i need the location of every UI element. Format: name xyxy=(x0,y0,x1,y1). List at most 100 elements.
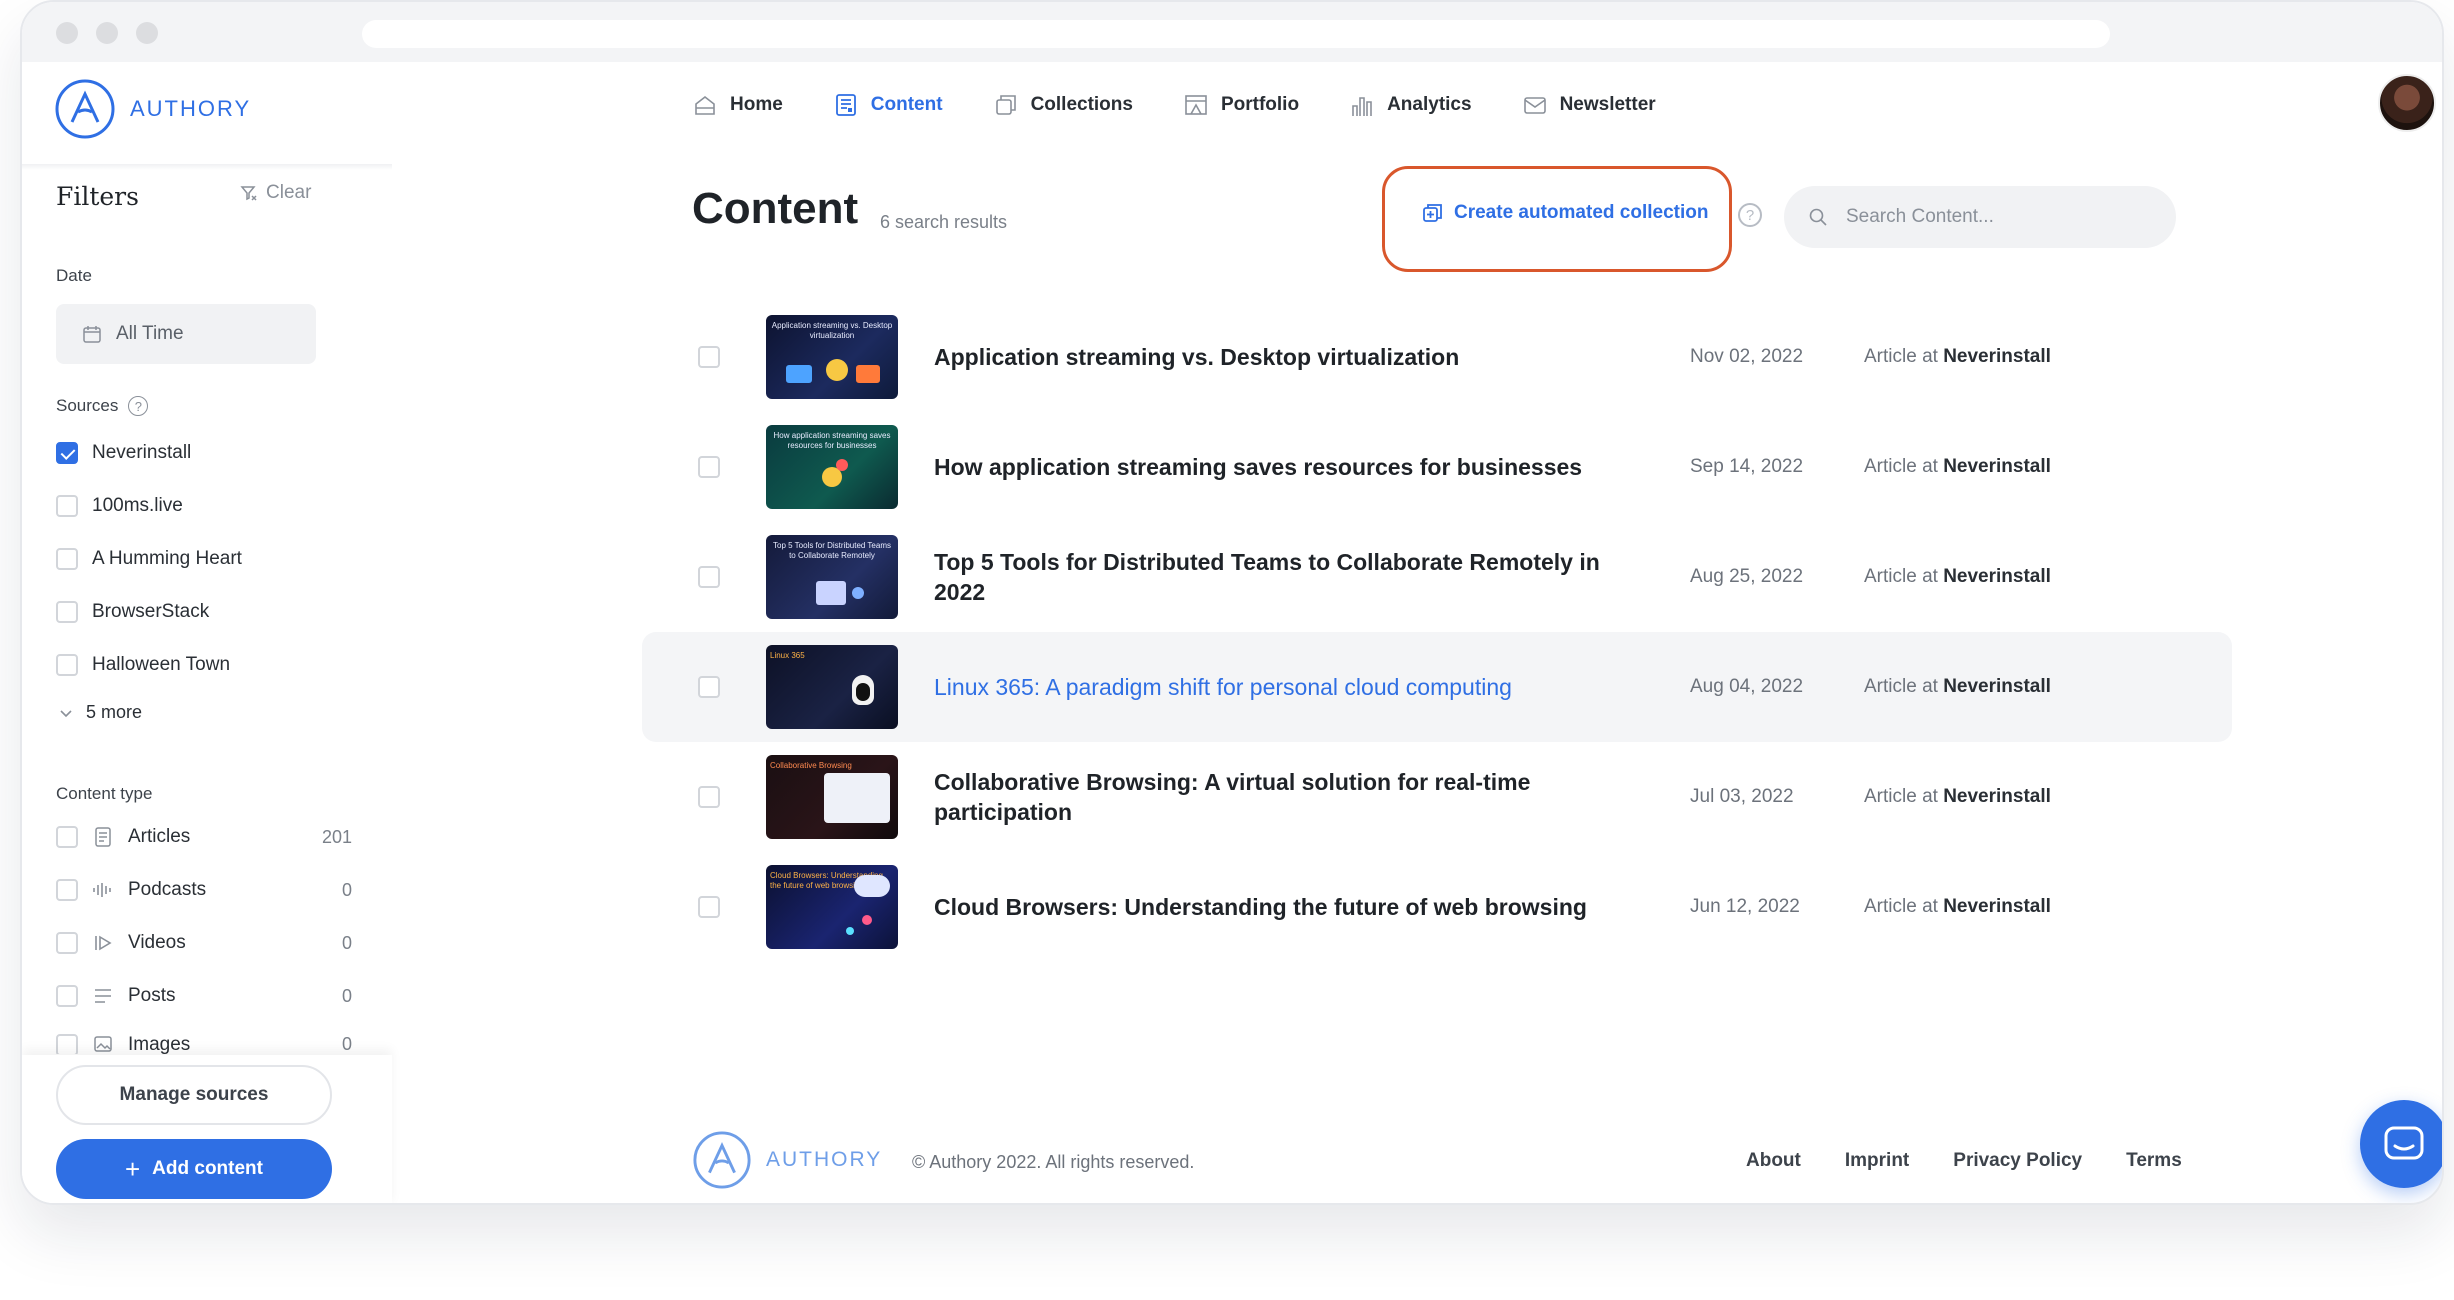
nav-collections[interactable]: Collections xyxy=(993,92,1133,118)
search-box[interactable] xyxy=(1784,186,2176,248)
search-input[interactable] xyxy=(1844,205,2144,229)
content-type-checkbox[interactable] xyxy=(56,826,78,848)
content-type-posts[interactable]: Posts 0 xyxy=(56,985,352,1007)
content-title[interactable]: Application streaming vs. Desktop virtua… xyxy=(934,342,1654,372)
row-checkbox[interactable] xyxy=(698,896,720,918)
content-row[interactable]: Collaborative Browsing Collaborative Bro… xyxy=(642,742,2232,852)
question-icon[interactable]: ? xyxy=(1738,203,1762,227)
source-checkbox[interactable] xyxy=(56,495,78,517)
content-row[interactable]: Cloud Browsers: Understanding the future… xyxy=(642,852,2232,962)
content-source[interactable]: Neverinstall xyxy=(1943,566,2051,587)
create-automated-collection-button[interactable]: Create automated collection xyxy=(1422,202,1708,224)
nav-label: Portfolio xyxy=(1220,94,1300,115)
content-title[interactable]: How application streaming saves resource… xyxy=(934,452,1654,482)
thumbnail-shape xyxy=(856,365,880,383)
content-row[interactable]: Linux 365 Linux 365: A paradigm shift fo… xyxy=(642,632,2232,742)
footer-link-imprint[interactable]: Imprint xyxy=(1845,1150,1909,1172)
content-type-label: Images xyxy=(128,1034,191,1054)
footer-link-privacy-policy[interactable]: Privacy Policy xyxy=(1953,1150,2082,1172)
footer-link-terms[interactable]: Terms xyxy=(2126,1150,2182,1172)
content-thumbnail[interactable]: Application streaming vs. Desktop virtua… xyxy=(766,315,898,399)
source-checkbox[interactable] xyxy=(56,654,78,676)
source-item-100ms[interactable]: 100ms.live xyxy=(56,495,183,517)
row-checkbox[interactable] xyxy=(698,456,720,478)
article-icon xyxy=(92,827,114,847)
content-type-count: 0 xyxy=(341,879,352,900)
content-source[interactable]: Neverinstall xyxy=(1943,676,2051,697)
source-checkbox[interactable] xyxy=(56,442,78,464)
address-bar[interactable] xyxy=(362,20,2110,48)
create-automated-collection-label: Create automated collection xyxy=(1454,202,1709,223)
window-maximize-dot[interactable] xyxy=(136,22,158,44)
source-item-a-humming-heart[interactable]: A Humming Heart xyxy=(56,548,242,570)
content-row[interactable]: Application streaming vs. Desktop virtua… xyxy=(642,302,2232,412)
logo[interactable]: AUTHORY xyxy=(54,78,251,140)
content-thumbnail[interactable]: Top 5 Tools for Distributed Teams to Col… xyxy=(766,535,898,619)
content-source[interactable]: Neverinstall xyxy=(1943,456,2051,477)
row-checkbox[interactable] xyxy=(698,786,720,808)
content-source[interactable]: Neverinstall xyxy=(1943,346,2051,367)
date-filter-select[interactable]: All Time xyxy=(56,304,316,364)
content-type-articles[interactable]: Articles 201 xyxy=(56,826,352,848)
sources-help-icon[interactable]: ? xyxy=(128,396,149,416)
chat-launcher-button[interactable] xyxy=(2360,1100,2442,1188)
content-type-label: Articles xyxy=(128,826,191,847)
row-checkbox[interactable] xyxy=(698,566,720,588)
content-type-videos[interactable]: Videos 0 xyxy=(56,932,352,954)
content-type-checkbox[interactable] xyxy=(56,1034,78,1054)
content-date: Aug 25, 2022 xyxy=(1690,566,1804,587)
content-type: Article at xyxy=(1864,786,1938,807)
content-title[interactable]: Cloud Browsers: Understanding the future… xyxy=(934,892,1654,922)
content-date: Aug 04, 2022 xyxy=(1690,676,1804,697)
sources-label: Sources xyxy=(56,396,119,415)
content-type-images[interactable]: Images 0 xyxy=(56,1034,352,1054)
content-title[interactable]: Top 5 Tools for Distributed Teams to Col… xyxy=(934,547,1654,607)
manage-sources-button[interactable]: Manage sources xyxy=(56,1065,332,1125)
copyright-text: © Authory 2022. All rights reserved. xyxy=(912,1152,1195,1172)
nav-newsletter[interactable]: Newsletter xyxy=(1522,92,1656,118)
content-type: Article at xyxy=(1864,346,1938,367)
footer-logo[interactable]: AUTHORY xyxy=(692,1130,882,1190)
content-type-label: Podcasts xyxy=(128,879,207,900)
nav-content[interactable]: Content xyxy=(833,92,943,118)
nav-label: Content xyxy=(870,94,943,115)
user-avatar[interactable] xyxy=(2378,74,2436,132)
content-row[interactable]: How application streaming saves resource… xyxy=(642,412,2232,522)
content-type-info: Article at Neverinstall xyxy=(1864,786,2051,808)
nav-label: Home xyxy=(730,94,783,115)
source-checkbox[interactable] xyxy=(56,601,78,623)
source-item-halloween-town[interactable]: Halloween Town xyxy=(56,654,230,676)
row-checkbox[interactable] xyxy=(698,676,720,698)
thumbnail-caption: Top 5 Tools for Distributed Teams to Col… xyxy=(773,541,891,560)
clear-filters-button[interactable]: Clear xyxy=(240,182,311,204)
content-source[interactable]: Neverinstall xyxy=(1943,786,2051,807)
content-type-podcasts[interactable]: Podcasts 0 xyxy=(56,879,352,901)
thumbnail-shape xyxy=(862,915,872,925)
content-thumbnail[interactable]: Cloud Browsers: Understanding the future… xyxy=(766,865,898,949)
add-content-button[interactable]: + Add content xyxy=(56,1139,332,1199)
content-thumbnail[interactable]: Linux 365 xyxy=(766,645,898,729)
content-type-info: Article at Neverinstall xyxy=(1864,456,2051,478)
content-row[interactable]: Top 5 Tools for Distributed Teams to Col… xyxy=(642,522,2232,632)
content-thumbnail[interactable]: Collaborative Browsing xyxy=(766,755,898,839)
source-item-neverinstall[interactable]: Neverinstall xyxy=(56,442,191,464)
nav-home[interactable]: Home xyxy=(692,92,783,118)
window-minimize-dot[interactable] xyxy=(96,22,118,44)
content-type-checkbox[interactable] xyxy=(56,879,78,901)
window-close-dot[interactable] xyxy=(56,22,78,44)
browser-chrome xyxy=(22,2,2442,62)
show-more-sources-toggle[interactable]: 5 more xyxy=(58,702,142,723)
source-item-browserstack[interactable]: BrowserStack xyxy=(56,601,209,623)
footer-link-about[interactable]: About xyxy=(1746,1150,1801,1172)
nav-analytics[interactable]: Analytics xyxy=(1349,92,1472,118)
content-source[interactable]: Neverinstall xyxy=(1943,896,2051,917)
content-type-checkbox[interactable] xyxy=(56,932,78,954)
content-title[interactable]: Collaborative Browsing: A virtual soluti… xyxy=(934,767,1654,827)
content-type-checkbox[interactable] xyxy=(56,985,78,1007)
source-checkbox[interactable] xyxy=(56,548,78,570)
row-checkbox[interactable] xyxy=(698,346,720,368)
nav-portfolio[interactable]: Portfolio xyxy=(1183,92,1299,118)
content-title[interactable]: Linux 365: A paradigm shift for personal… xyxy=(934,672,1654,702)
content-thumbnail[interactable]: How application streaming saves resource… xyxy=(766,425,898,509)
podcast-icon xyxy=(92,880,114,900)
